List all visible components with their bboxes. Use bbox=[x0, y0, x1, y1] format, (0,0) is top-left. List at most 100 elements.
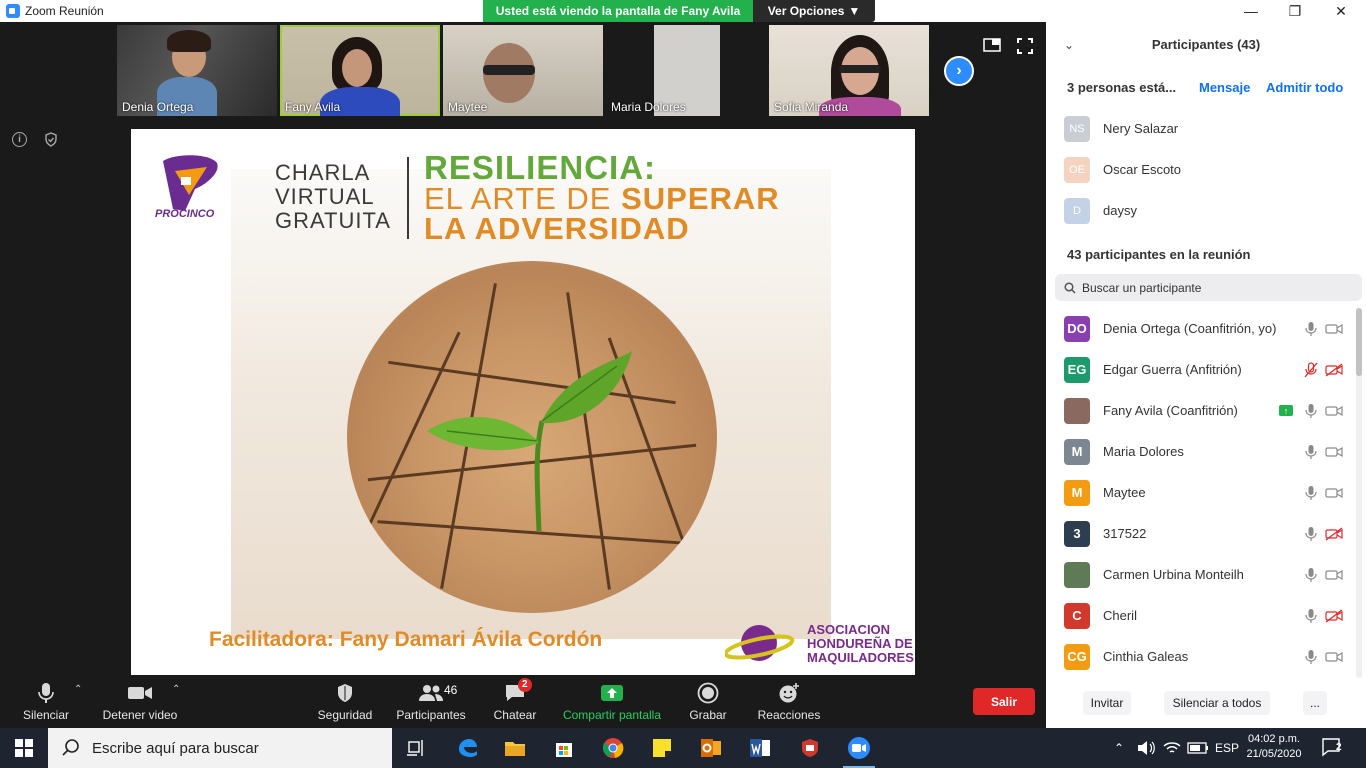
video-off-icon[interactable] bbox=[1325, 608, 1343, 623]
reactions-label: Reacciones bbox=[757, 708, 821, 722]
procinco-logo-text: PROCINCO bbox=[155, 208, 215, 220]
waiting-participant-row[interactable]: NS Nery Salazar bbox=[1046, 108, 1366, 149]
sticky-notes-icon[interactable] bbox=[642, 732, 682, 764]
word-icon[interactable] bbox=[740, 732, 780, 764]
record-button[interactable]: Grabar bbox=[686, 676, 730, 728]
invite-button[interactable]: Invitar bbox=[1083, 691, 1131, 715]
participant-list-scrollbar[interactable] bbox=[1356, 308, 1362, 678]
participant-row[interactable]: C Cheril bbox=[1046, 595, 1366, 636]
screen-sharing-icon: ↑ bbox=[1279, 405, 1293, 416]
video-thumbnail-active-speaker[interactable]: Fany Avila bbox=[280, 25, 440, 116]
video-camera-icon[interactable] bbox=[1325, 568, 1343, 582]
video-camera-icon bbox=[127, 682, 153, 704]
more-options-button[interactable]: ... bbox=[1303, 691, 1327, 715]
participant-row[interactable]: CG Cinthia Galeas bbox=[1046, 636, 1366, 677]
zoom-taskbar-icon[interactable] bbox=[839, 732, 879, 768]
microphone-muted-icon[interactable] bbox=[1304, 361, 1318, 378]
microphone-icon[interactable] bbox=[1304, 567, 1318, 583]
task-view-icon[interactable] bbox=[396, 732, 436, 764]
wifi-network-icon[interactable] bbox=[1163, 728, 1181, 768]
taskbar-search-box[interactable]: Escribe aquí para buscar bbox=[48, 728, 392, 768]
file-explorer-icon[interactable] bbox=[495, 732, 535, 764]
share-screen-button[interactable]: Compartir pantalla bbox=[560, 676, 664, 728]
video-thumbnail[interactable]: Maria Dolores bbox=[606, 25, 766, 116]
reactions-smiley-icon bbox=[778, 682, 800, 704]
facilitator-text: Facilitadora: Fany Damari Ávila Cordón bbox=[209, 628, 603, 651]
outlook-icon[interactable] bbox=[691, 732, 731, 764]
chat-button[interactable]: Chatear bbox=[490, 676, 540, 728]
avatar: OE bbox=[1064, 156, 1090, 183]
microphone-icon[interactable] bbox=[1304, 526, 1318, 542]
participant-row[interactable]: Carmen Urbina Monteilh bbox=[1046, 554, 1366, 595]
video-camera-icon[interactable] bbox=[1325, 486, 1343, 500]
microsoft-store-icon[interactable] bbox=[544, 732, 584, 764]
participant-row[interactable]: EG Edgar Guerra (Anfitrión) bbox=[1046, 349, 1366, 390]
stop-video-label: Detener video bbox=[102, 708, 178, 722]
mute-button[interactable]: Silenciar bbox=[16, 676, 76, 728]
fullscreen-icon[interactable] bbox=[1017, 38, 1035, 54]
scrollbar-thumb[interactable] bbox=[1356, 308, 1362, 376]
microphone-icon[interactable] bbox=[1304, 444, 1318, 460]
video-thumbnail[interactable]: Sofia Miranda bbox=[769, 25, 929, 116]
video-options-caret-icon[interactable]: ⌃ bbox=[172, 684, 180, 695]
next-page-arrow-icon[interactable]: › bbox=[944, 56, 974, 86]
antivirus-shield-icon[interactable] bbox=[790, 732, 830, 764]
video-camera-icon[interactable] bbox=[1325, 650, 1343, 664]
meeting-info-icon[interactable]: i bbox=[12, 132, 27, 147]
microphone-icon[interactable] bbox=[1304, 649, 1318, 665]
input-language-indicator[interactable]: ESP bbox=[1215, 728, 1239, 768]
seedling-image bbox=[427, 351, 632, 531]
battery-icon[interactable] bbox=[1187, 728, 1209, 768]
record-icon bbox=[697, 682, 719, 704]
minimize-button[interactable]: — bbox=[1228, 0, 1274, 22]
participant-name: Oscar Escoto bbox=[1103, 162, 1182, 177]
microphone-icon[interactable] bbox=[1304, 485, 1318, 501]
thumbnail-name: Sofia Miranda bbox=[774, 100, 849, 114]
mute-all-button[interactable]: Silenciar a todos bbox=[1164, 691, 1270, 715]
video-off-icon[interactable] bbox=[1325, 362, 1343, 377]
microphone-icon[interactable] bbox=[1304, 321, 1318, 337]
participant-glasses bbox=[483, 65, 535, 75]
video-thumbnail[interactable]: Maytee bbox=[443, 25, 603, 116]
encryption-shield-icon[interactable] bbox=[44, 132, 58, 147]
avatar bbox=[1064, 397, 1090, 424]
thumbnail-name: Maria Dolores bbox=[611, 100, 686, 114]
video-camera-icon[interactable] bbox=[1325, 322, 1343, 336]
video-off-icon[interactable] bbox=[1325, 526, 1343, 541]
close-button[interactable]: ✕ bbox=[1318, 0, 1364, 22]
view-options-label: Ver Opciones bbox=[767, 4, 845, 18]
leave-meeting-button[interactable]: Salir bbox=[973, 688, 1035, 715]
video-camera-icon[interactable] bbox=[1325, 445, 1343, 459]
taskbar-search-placeholder: Escribe aquí para buscar bbox=[92, 739, 259, 757]
participant-row[interactable]: M Maytee bbox=[1046, 472, 1366, 513]
participant-row[interactable]: 3 317522 bbox=[1046, 513, 1366, 554]
microphone-icon[interactable] bbox=[1304, 608, 1318, 624]
video-camera-icon[interactable] bbox=[1325, 404, 1343, 418]
waiting-participant-row[interactable]: D daysy bbox=[1046, 190, 1366, 231]
chrome-browser-icon[interactable] bbox=[593, 732, 633, 764]
taskbar-clock[interactable]: 04:02 p.m. 21/05/2020 bbox=[1243, 732, 1305, 762]
security-button[interactable]: Seguridad bbox=[313, 676, 377, 728]
participant-search-input[interactable]: Buscar un participante bbox=[1055, 274, 1362, 301]
maximize-button[interactable]: ❐ bbox=[1272, 0, 1318, 22]
video-thumbnail[interactable]: Denia Ortega bbox=[117, 25, 277, 116]
participant-row[interactable]: M Maria Dolores bbox=[1046, 431, 1366, 472]
view-layout-icon[interactable] bbox=[983, 38, 1001, 52]
reactions-button[interactable]: Reacciones bbox=[756, 676, 822, 728]
audio-options-caret-icon[interactable]: ⌃ bbox=[74, 684, 82, 695]
participant-name: 317522 bbox=[1103, 526, 1147, 541]
participant-row[interactable]: DO Denia Ortega (Coanfitrión, yo) bbox=[1046, 308, 1366, 349]
participant-name: Fany Avila (Coanfitrión) bbox=[1103, 403, 1238, 418]
waiting-participant-row[interactable]: OE Oscar Escoto bbox=[1046, 149, 1366, 190]
windows-start-button[interactable] bbox=[0, 728, 48, 768]
show-hidden-icons-caret[interactable]: ⌃ bbox=[1114, 728, 1124, 768]
stop-video-button[interactable]: Detener video bbox=[100, 676, 180, 728]
view-options-button[interactable]: Ver Opciones ▼ bbox=[753, 0, 875, 22]
volume-icon[interactable] bbox=[1137, 728, 1155, 768]
participant-row[interactable]: Fany Avila (Coanfitrión) ↑ bbox=[1046, 390, 1366, 431]
microphone-icon[interactable] bbox=[1304, 403, 1318, 419]
admit-all-button[interactable]: Admitir todo bbox=[1266, 80, 1343, 95]
message-waiting-button[interactable]: Mensaje bbox=[1199, 80, 1250, 95]
edge-browser-icon[interactable] bbox=[447, 732, 487, 764]
thumbnail-name: Maytee bbox=[448, 100, 488, 114]
